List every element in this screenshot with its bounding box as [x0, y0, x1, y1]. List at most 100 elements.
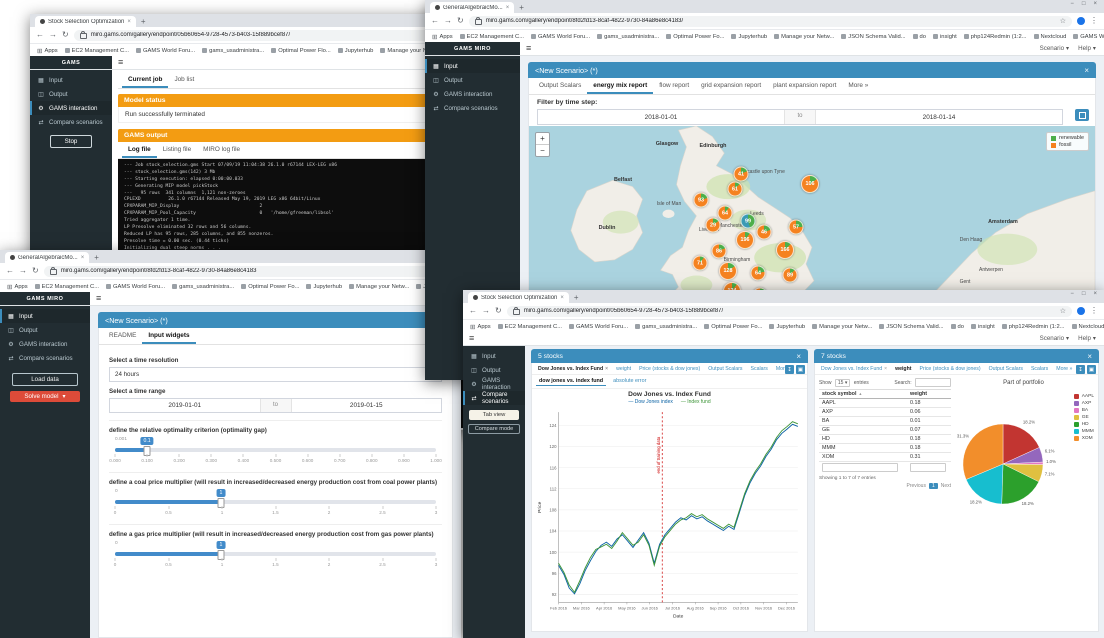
maximize-icon[interactable]: □ — [1082, 291, 1086, 297]
time-range-input[interactable]: 2019-01-01 to 2019-01-15 — [109, 398, 442, 413]
pie-legend-item[interactable]: XOM — [1074, 436, 1094, 441]
sidebar-item-output[interactable]: ◫Output — [463, 363, 525, 377]
sidebar-item-input[interactable]: ▦Input — [0, 309, 90, 323]
pie-legend-item[interactable]: AAPL — [1074, 394, 1094, 399]
pie-legend-item[interactable]: AXP — [1074, 401, 1094, 406]
browser-menu-icon[interactable]: ⋮ — [1090, 17, 1098, 25]
scenario-menu[interactable]: Scenario▾ — [1040, 335, 1070, 342]
table-row[interactable]: AXP0.06 — [819, 408, 951, 417]
pie-legend-item[interactable]: GE — [1074, 415, 1094, 420]
back-icon[interactable]: ← — [36, 31, 44, 39]
date-from-input[interactable]: 2018-01-01 — [538, 114, 784, 121]
map-pie-marker[interactable]: 89 — [783, 268, 798, 283]
back-icon[interactable]: ← — [469, 307, 477, 315]
back-icon[interactable]: ← — [431, 17, 439, 25]
help-menu[interactable]: Help▾ — [1078, 335, 1096, 342]
tab-listing-file[interactable]: Listing file — [157, 142, 197, 158]
date-filter[interactable]: 2018-01-01 to 2018-01-14 — [537, 109, 1063, 125]
sidebar-item-input[interactable]: ▦Input — [463, 349, 525, 363]
pie-legend-item[interactable]: MMM — [1074, 429, 1094, 434]
map-pie-marker[interactable]: 64 — [751, 266, 766, 281]
sidebar-item-gams-interaction[interactable]: ⚙GAMS interaction — [30, 101, 112, 115]
tab-flow-report[interactable]: flow report — [653, 78, 695, 94]
column-header-stock-symbol[interactable]: stock symbol▲ — [819, 390, 907, 399]
back-icon[interactable]: ← — [6, 267, 14, 275]
slider-track[interactable] — [115, 448, 436, 452]
tab-dow-jones-vs-index-fund[interactable]: Dow Jones vs. Index Fund× — [818, 365, 890, 373]
bookmark-item[interactable]: GAMS World Foru... — [106, 284, 165, 290]
bookmark-item[interactable]: insight — [971, 324, 995, 330]
forward-icon[interactable]: → — [49, 31, 57, 39]
browser-tab[interactable]: Stock Selection Optimization × — [468, 292, 569, 303]
tab-output-scalars[interactable]: Output Scalars — [705, 365, 745, 373]
zoom-in-button[interactable]: + — [536, 133, 549, 144]
bookmark-item[interactable]: JSON Schema Valid... — [879, 324, 943, 330]
entries-select[interactable]: 15 ▾ — [835, 379, 850, 387]
profile-avatar[interactable] — [1077, 17, 1085, 25]
menu-icon[interactable]: ≡ — [112, 58, 129, 67]
bookmark-item[interactable]: gams_usadministra... — [202, 48, 264, 54]
bookmark-item[interactable]: EC2 Management C... — [498, 324, 562, 330]
map-pie-marker[interactable]: 64 — [718, 206, 733, 221]
solve-model-button[interactable]: Solve model ▾ — [10, 391, 80, 402]
sidebar-item-gams-interaction[interactable]: ⚙GAMS interaction — [0, 337, 90, 351]
bookmark-item[interactable]: Jupyterhub — [306, 284, 342, 290]
bookmark-item[interactable]: ⊞Apps — [37, 47, 58, 55]
table-row[interactable]: HD0.18 — [819, 435, 951, 444]
reload-icon[interactable]: ↻ — [62, 31, 69, 39]
table-row[interactable]: BA0.01 — [819, 417, 951, 426]
menu-icon[interactable]: ≡ — [520, 44, 537, 53]
bookmark-item[interactable]: do — [951, 324, 964, 330]
zoom-out-button[interactable]: − — [536, 144, 549, 156]
table-row[interactable]: MMM0.18 — [819, 444, 951, 453]
map-pie-marker[interactable]: 29 — [706, 218, 721, 233]
minimize-icon[interactable]: − — [1070, 1, 1074, 7]
map-pie-marker[interactable]: 71 — [693, 256, 708, 271]
tab-price-stocks-dow-jones-[interactable]: Price (stocks & dow jones) — [917, 365, 984, 373]
bookmark-item[interactable]: ⊞Apps — [470, 323, 491, 331]
tab-absolute-error[interactable]: absolute error — [610, 377, 649, 386]
address-bar[interactable]: miro.gams.com/gallery/endpoint/05b60654-… — [507, 306, 1072, 317]
tab-close-icon[interactable]: × — [560, 295, 564, 301]
dow-chart-svg[interactable]: 9296100104108112116120124Feb 2016Mar 201… — [534, 406, 805, 631]
bookmark-item[interactable]: Jupyterhub — [769, 324, 805, 330]
forward-icon[interactable]: → — [19, 267, 27, 275]
panel-close-icon[interactable]: × — [796, 352, 801, 361]
tab-output-scalars[interactable]: Output Scalars — [986, 365, 1026, 373]
tab-price-stocks-dow-jones-[interactable]: Price (stocks & dow jones) — [636, 365, 703, 373]
sidebar-item-compare-scenarios[interactable]: ⇄Compare scenarios — [425, 101, 520, 115]
browser-tab[interactable]: GeneralAlgebraicMo... × — [5, 252, 89, 263]
map-pie-marker[interactable]: 86 — [712, 244, 727, 259]
bookmark-item[interactable]: Optimal Power Flo... — [271, 48, 331, 54]
pie-legend-item[interactable]: BA — [1074, 408, 1094, 413]
pie-svg[interactable]: 18.2%6.1%1.0%7.1%18.2%18.2%31.3% — [951, 390, 1063, 540]
map-pie-marker[interactable]: 99 — [741, 214, 756, 229]
minimize-icon[interactable]: − — [1070, 291, 1074, 297]
new-tab-button[interactable]: + — [574, 292, 579, 303]
pagination-previous[interactable]: Previous — [906, 483, 925, 489]
tab-close-icon[interactable]: × — [127, 19, 131, 25]
coal-multiplier-slider[interactable]: 0 1 00.511.522.53 — [115, 489, 436, 517]
download-icon[interactable]: ↧ — [1076, 365, 1085, 374]
tab-job-list[interactable]: Job list — [168, 72, 200, 88]
bookmark-item[interactable]: JSON Schema Valid... — [841, 34, 905, 40]
bookmark-item[interactable]: php124Redmin (1:2... — [964, 34, 1027, 40]
address-bar[interactable]: miro.gams.com/gallery/endpoint/8fd2fd13-… — [469, 16, 1072, 27]
expand-icon[interactable]: ▣ — [796, 365, 805, 374]
sidebar-item-output[interactable]: ◫Output — [0, 323, 90, 337]
bookmark-item[interactable]: Jupyterhub — [338, 48, 374, 54]
gas-multiplier-slider[interactable]: 0 1 00.511.522.53 — [115, 541, 436, 569]
tab-more-[interactable]: More » — [842, 78, 874, 94]
bookmark-item[interactable]: do — [913, 34, 926, 40]
tab-plant-expansion-report[interactable]: plant expansion report — [767, 78, 842, 94]
sidebar-item-output[interactable]: ◫Output — [425, 73, 520, 87]
tab-current-job[interactable]: Current job — [122, 72, 168, 88]
sidebar-item-input[interactable]: ▦Input — [30, 73, 112, 87]
bookmark-star-icon[interactable]: ☆ — [1060, 307, 1066, 315]
menu-icon[interactable]: ≡ — [463, 334, 480, 343]
tab-grid-expansion-report[interactable]: grid expansion report — [695, 78, 767, 94]
bookmark-item[interactable]: Optimal Power Fo... — [241, 284, 299, 290]
download-icon[interactable]: ↧ — [785, 365, 794, 374]
tab-view-button[interactable]: Tab view — [469, 410, 519, 420]
tab-weight[interactable]: weight — [613, 365, 634, 373]
